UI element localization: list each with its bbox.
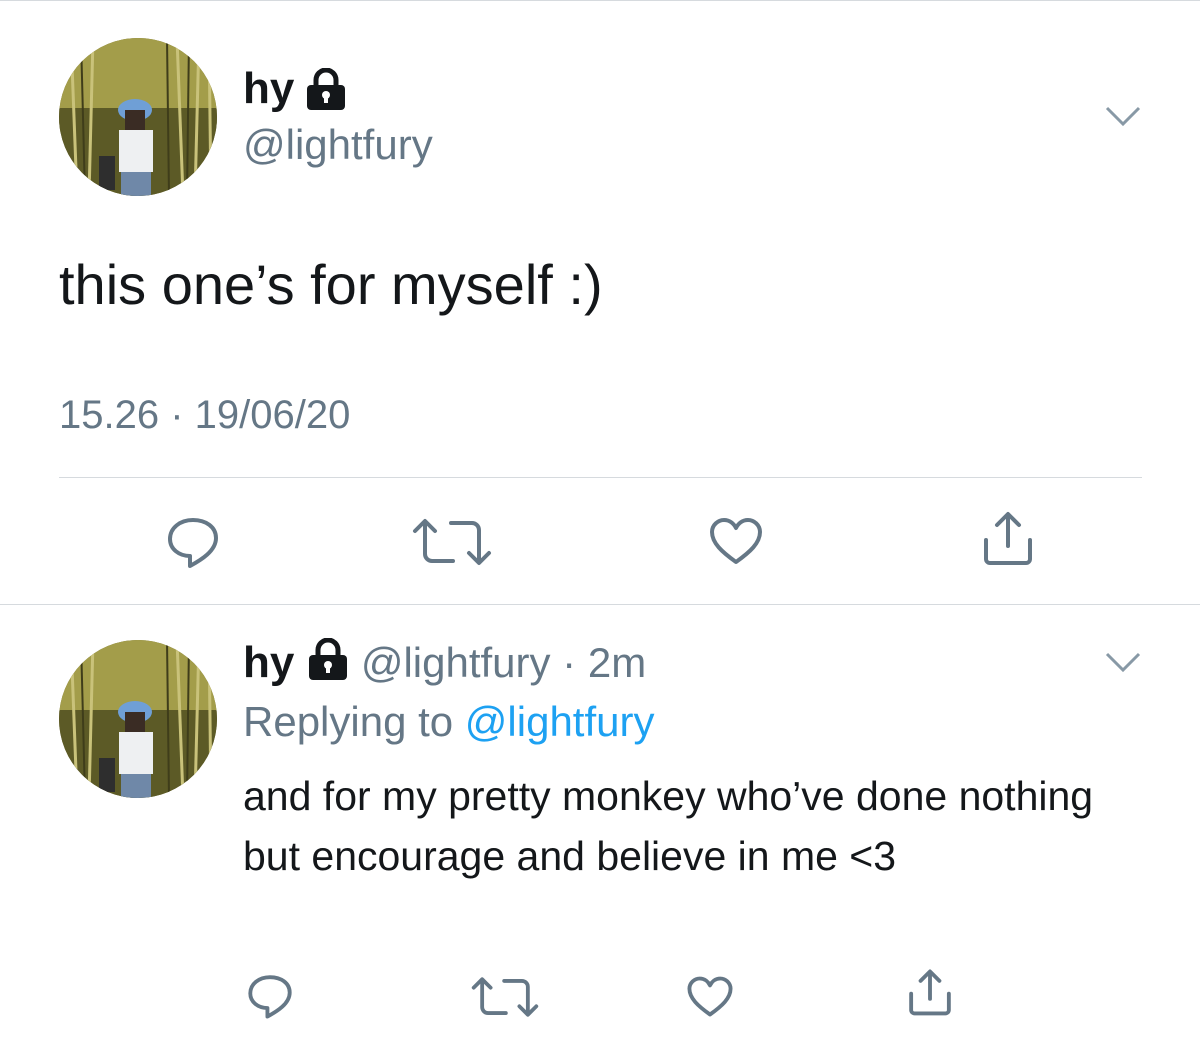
lock-icon: [303, 68, 349, 110]
avatar-photo: [59, 38, 217, 196]
like-icon[interactable]: [708, 516, 764, 566]
avatar-photo: [59, 640, 217, 798]
chevron-down-icon[interactable]: [1104, 104, 1142, 128]
tweet-time: 15.26: [59, 393, 160, 437]
meta-separator: ·: [550, 639, 588, 686]
share-icon[interactable]: [906, 968, 954, 1016]
avatar[interactable]: [59, 38, 217, 196]
tweet-divider: [0, 604, 1200, 605]
tweet-text: this one’s for myself :): [59, 253, 603, 316]
meta-separator: ·: [159, 393, 195, 437]
retweet-icon[interactable]: [468, 975, 542, 1019]
reply-icon[interactable]: [246, 972, 294, 1020]
replying-to-label: Replying to: [243, 698, 454, 745]
retweet-icon[interactable]: [409, 516, 495, 568]
reply-text: and for my pretty monkey who’ve done not…: [243, 773, 1094, 879]
tweet-timestamp[interactable]: 15.26 · 19/06/20: [59, 393, 350, 438]
reply-display-name[interactable]: hy: [243, 638, 294, 687]
reply-icon[interactable]: [165, 514, 221, 570]
tweet-date: 19/06/20: [194, 393, 351, 437]
display-name[interactable]: hy: [243, 64, 294, 114]
top-divider: [0, 0, 1200, 1]
reply-header: hy @lightfury · 2m: [243, 638, 646, 688]
reply-age[interactable]: 2m: [588, 639, 646, 686]
replying-to: Replying to @lightfury: [243, 698, 655, 746]
replying-to-link[interactable]: @lightfury: [465, 698, 655, 745]
handle[interactable]: @lightfury: [243, 121, 433, 169]
reply-handle[interactable]: @lightfury: [361, 639, 551, 686]
lock-icon: [305, 638, 351, 680]
share-icon[interactable]: [980, 510, 1036, 566]
chevron-down-icon[interactable]: [1104, 650, 1142, 674]
like-icon[interactable]: [686, 975, 734, 1018]
action-bar-divider: [59, 477, 1142, 478]
reply-avatar[interactable]: [59, 640, 217, 798]
